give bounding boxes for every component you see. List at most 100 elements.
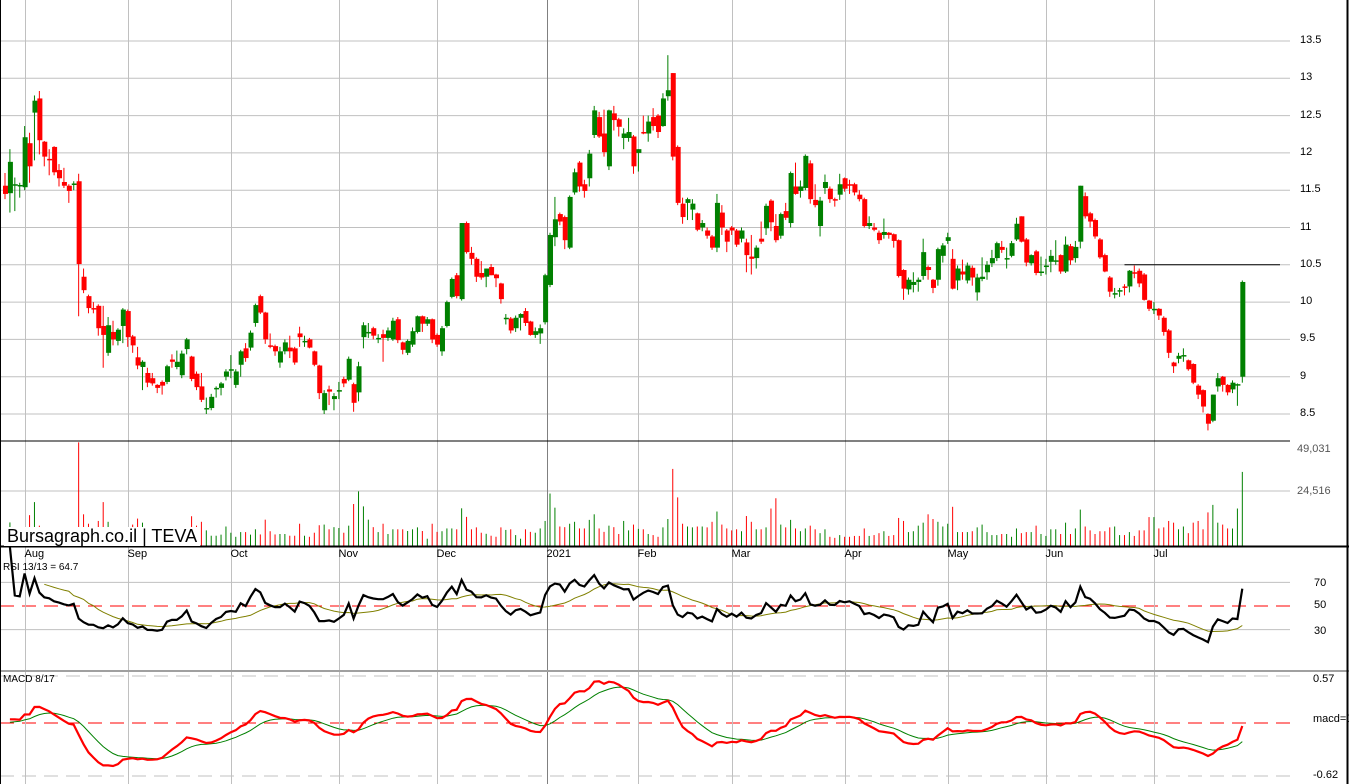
candle-up <box>906 279 912 290</box>
candle-down <box>489 267 495 276</box>
candle-down <box>562 217 568 241</box>
candle-up <box>253 305 259 323</box>
price-tick-label: 11.5 <box>1300 183 1321 196</box>
candle-down <box>1205 414 1211 424</box>
candle-up <box>449 278 455 297</box>
candle-up <box>346 358 352 380</box>
candle-down <box>312 351 318 365</box>
price-tick-label: 13 <box>1300 71 1313 84</box>
candle-up <box>22 137 28 188</box>
candle-down <box>783 211 789 218</box>
candle-down <box>27 143 33 167</box>
candle-up <box>322 393 328 411</box>
candle-up <box>439 328 445 352</box>
candle-down <box>1088 213 1094 222</box>
rsi-level-30: 30 <box>1314 625 1327 637</box>
month-label: Oct <box>230 548 248 560</box>
candle-down <box>749 256 755 259</box>
candle-up <box>538 328 544 334</box>
candle-up <box>690 203 696 210</box>
candle-up <box>415 316 421 332</box>
macd-zero-label: macd=0 <box>1313 713 1349 725</box>
candle-up <box>567 196 573 248</box>
candle-up <box>120 309 126 326</box>
month-label: Nov <box>338 548 359 560</box>
candle-down <box>852 184 858 193</box>
candle-up <box>1181 355 1187 357</box>
candle-down <box>469 252 475 259</box>
candle-down <box>813 199 819 206</box>
candle-down <box>724 230 730 242</box>
candle-up <box>1073 246 1079 259</box>
price-tick-label: 9 <box>1300 369 1307 382</box>
month-label: Apr <box>844 548 862 560</box>
candle-up <box>518 314 524 318</box>
candle-down <box>729 227 735 231</box>
candle-down <box>317 365 323 394</box>
candle-down <box>1142 274 1148 300</box>
candle-up <box>1112 293 1118 295</box>
candle-down <box>719 212 725 228</box>
candle-up <box>572 172 578 193</box>
candle-up <box>366 331 372 334</box>
month-label: Feb <box>637 548 657 560</box>
candle-down <box>842 178 848 189</box>
candle-down <box>523 311 529 323</box>
candle-up <box>1004 258 1010 260</box>
candle-down <box>37 98 43 141</box>
candle-down <box>292 348 298 363</box>
rsi-label: RSI 13/13 = 64.7 <box>3 562 79 573</box>
candle-down <box>1058 255 1064 272</box>
candle-down <box>1201 390 1207 407</box>
candle-down <box>1093 220 1099 237</box>
candle-down <box>395 319 401 341</box>
candle-down <box>57 170 63 179</box>
candle-up <box>788 173 794 224</box>
candle-down <box>66 185 72 191</box>
price-tick-label: 11 <box>1300 220 1312 233</box>
candle-up <box>700 223 706 228</box>
candle-down <box>1137 270 1143 284</box>
candle-down <box>773 226 779 241</box>
candle-up <box>646 121 652 134</box>
candle-up <box>916 279 922 282</box>
candle-up <box>376 337 382 340</box>
candle-down <box>557 214 563 222</box>
candle-up <box>228 369 234 371</box>
candle-down <box>1166 330 1172 353</box>
candle-up <box>837 184 843 195</box>
candle-up <box>1117 290 1123 292</box>
candle-up <box>115 329 121 341</box>
candle-up <box>1039 271 1045 274</box>
candle-down <box>744 242 750 256</box>
candle-up <box>204 408 210 410</box>
candle-down <box>189 356 195 379</box>
candle-down <box>872 227 878 230</box>
month-label: Sep <box>127 548 148 560</box>
candle-up <box>1009 243 1015 256</box>
candle-up <box>219 383 225 388</box>
candle-up <box>965 265 971 281</box>
candle-up <box>1240 281 1246 377</box>
candle-up <box>1078 185 1084 242</box>
candle-up <box>361 325 367 338</box>
candle-down <box>498 283 504 300</box>
candle-down <box>130 336 136 346</box>
candle-down <box>341 378 347 384</box>
candle-down <box>474 258 480 277</box>
candle-up <box>621 133 627 138</box>
candle-down <box>896 240 902 276</box>
candle-up <box>798 186 804 191</box>
candle-up <box>17 184 23 187</box>
candle-up <box>282 342 288 352</box>
candle-up <box>385 330 391 338</box>
candle-up <box>587 153 593 179</box>
candle-down <box>1024 239 1030 263</box>
candle-up <box>302 340 308 343</box>
candle-up <box>660 98 666 127</box>
month-label: Dec <box>436 548 457 560</box>
macd-label: MACD 8/17 <box>3 674 55 685</box>
candle-up <box>1048 255 1054 262</box>
month-label: Aug <box>24 548 45 560</box>
candle-down <box>930 279 936 288</box>
